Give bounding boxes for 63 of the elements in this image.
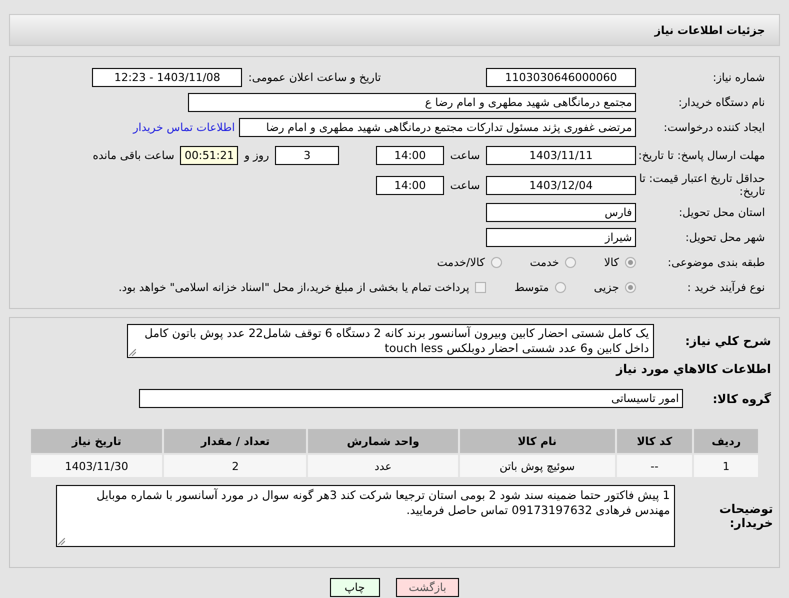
radio-label: کالا — [604, 256, 619, 269]
column-header: واحد شمارش — [307, 428, 459, 454]
column-header: کد کالا — [616, 428, 694, 454]
resize-grip-icon[interactable] — [129, 349, 136, 356]
back-button[interactable]: بازگشت — [396, 578, 460, 597]
checkbox-label: پرداخت تمام یا بخشی از مبلغ خرید،از محل "اسناد خزانه اسلامی" خواهد بود. — [118, 281, 470, 294]
announce-date-field[interactable]: 1403/11/08 - 12:23 — [92, 68, 242, 87]
column-header: نام کالا — [458, 428, 616, 454]
date-field[interactable]: 1403/12/04 — [486, 176, 636, 194]
column-header: تعداد / مقدار — [163, 428, 308, 454]
radio-label: خدمت — [530, 256, 560, 269]
field-label: ساعت — [450, 178, 480, 192]
description-field[interactable]: یک کامل شستی احضار کابین وبیرون آسانسور برند کانه 2 دستگاه 6 توقف شامل22 عدد پوش باتون کامل داخل کابین و6 عدد شستی احضار دوبلکس touch less — [127, 324, 654, 358]
resize-grip-icon[interactable] — [58, 538, 65, 545]
print-button[interactable]: چاپ — [330, 578, 380, 597]
radio-label: متوسط — [514, 281, 549, 294]
field-label: ساعت باقی مانده — [92, 148, 174, 162]
page-title: جزئیات اطلاعات نیاز — [654, 24, 765, 36]
field-label: شرح کلي نياز: — [684, 333, 772, 348]
field-label: نوع فرآیند خرید : — [686, 281, 766, 294]
radio-button[interactable] — [625, 282, 636, 293]
radio-button[interactable] — [554, 282, 566, 293]
radio-button[interactable] — [490, 257, 502, 268]
field-label: شماره نیاز: — [712, 71, 766, 84]
field-label: استان محل تحویل: — [678, 206, 766, 219]
table-cell: 1403/11/30 — [30, 454, 164, 478]
field-label: حداقل تاریخ اعتبار قیمت: تا تاریخ: — [638, 172, 766, 198]
radio-label: جزیی — [594, 281, 619, 294]
need-number-field[interactable]: 1103030646000060 — [486, 68, 636, 87]
remaining-time-field[interactable]: 00:51:21 — [180, 146, 238, 164]
date-field[interactable]: 1403/11/11 — [486, 146, 636, 164]
section-heading: اطلاعات کالاهاي مورد نياز — [616, 362, 771, 376]
radio-button[interactable] — [625, 257, 636, 268]
requester-field[interactable]: مرتضی غفوری پژند مسئول تدارکات مجتمع درمانگاهی شهید مطهری و امام رضا — [239, 118, 636, 137]
field-label: شهر محل تحویل: — [684, 231, 766, 244]
column-header: تاریخ نیاز — [30, 428, 164, 454]
city-field[interactable]: شیراز — [486, 228, 636, 247]
field-label: نام دستگاه خریدار: — [677, 96, 766, 109]
time-field[interactable]: 14:00 — [376, 146, 444, 164]
radio-button[interactable] — [565, 257, 576, 268]
column-header: ردیف — [693, 428, 759, 454]
buyer-notes-field[interactable]: 1 پیش فاکتور حتما ضمینه سند شود 2 بومی استان ترجیعا شرکت کند 3هر گونه سوال در مورد آسانسور با شماره موبایل مهندس فرهادی 09173197632 تماس حاصل فرمایید. — [56, 485, 675, 547]
table-cell: 2 — [163, 454, 308, 478]
field-label: ایجاد کننده درخواست: — [662, 121, 766, 134]
table-cell: 1 — [693, 454, 759, 478]
table-cell: -- — [616, 454, 694, 478]
field-label: روز و — [244, 148, 270, 162]
days-field[interactable]: 3 — [275, 146, 340, 164]
field-label: طبقه بندی موضوعی: — [666, 256, 766, 269]
checkbox[interactable] — [475, 282, 486, 293]
table-cell: عدد — [307, 454, 459, 478]
field-label: تاریخ و ساعت اعلان عمومی: — [248, 71, 381, 84]
field-label: گروه کالا: — [712, 392, 772, 406]
buyer-org-field[interactable]: مجتمع درمانگاهی شهید مطهری و امام رضا ع — [188, 93, 636, 112]
time-field[interactable]: 14:00 — [376, 176, 444, 194]
product-group-field[interactable]: امور تاسیساتی — [139, 389, 683, 408]
field-label: مهلت ارسال پاسخ: تا تاریخ: — [637, 148, 766, 162]
field-label: ساعت — [450, 148, 480, 162]
field-label: توضیحات خریدار: — [718, 502, 774, 530]
province-field[interactable]: فارس — [486, 203, 636, 222]
table-cell: سوئیچ پوش باتن — [458, 454, 616, 478]
contact-link[interactable]: اطلاعات تماس خریدار — [133, 121, 235, 134]
radio-label: کالا/خدمت — [437, 256, 485, 269]
